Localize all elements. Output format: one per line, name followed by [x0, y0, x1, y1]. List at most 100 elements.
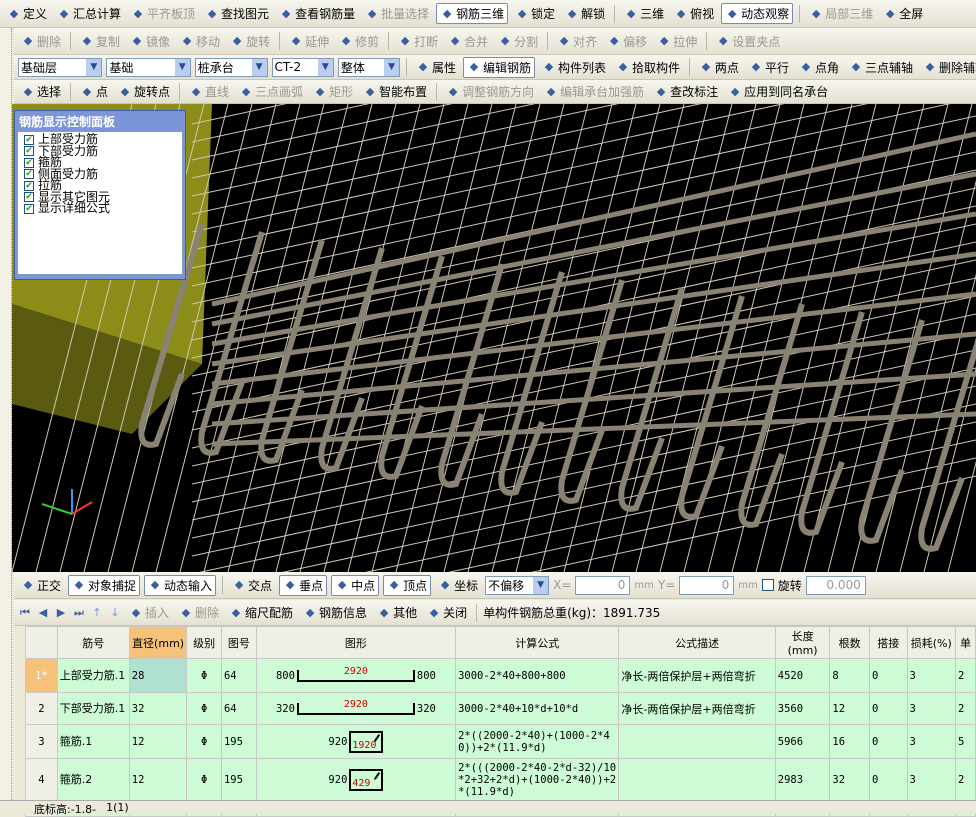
cell-n[interactable]: 3	[25, 724, 58, 759]
toolbar-button-9[interactable]: ◆ 查改标注	[651, 81, 721, 102]
name-select[interactable]: CT-2 ▼	[271, 57, 334, 77]
type-select[interactable]: 桩承台 ▼	[194, 57, 268, 77]
cell-n[interactable]: 2	[25, 692, 58, 725]
toolbar-button-6[interactable]: ◆ 修剪	[336, 31, 382, 52]
cell-dia[interactable]: 12	[128, 758, 188, 802]
toolbar-button-6[interactable]: ◆ 点角	[796, 57, 842, 78]
toolbar-button-3[interactable]: ◆ 查找图元	[202, 3, 272, 24]
column-header[interactable]: 根数	[829, 626, 870, 659]
toolbar-button-13[interactable]: ◆ 设置夹点	[713, 31, 783, 52]
cell-dia[interactable]: 12	[128, 724, 188, 759]
cell-formula[interactable]: 2*((2000-2*40)+(1000-2*40))+2*(11.9*d)	[455, 724, 620, 759]
cell-loss[interactable]: 3	[906, 658, 957, 693]
toolbar-button-11[interactable]: ◆ 偏移	[604, 31, 650, 52]
category-select[interactable]: 基础 ▼	[106, 57, 191, 77]
cell-formula[interactable]: 3000-2*40+800+800	[455, 658, 620, 693]
toolbar-button-2[interactable]: ◆ 平齐板顶	[128, 3, 198, 24]
x-input[interactable]: 0	[575, 575, 631, 595]
panel-option[interactable]: ✔ 显示详细公式	[24, 202, 176, 215]
cell-lap[interactable]: 0	[868, 692, 908, 725]
toolbar-button-7[interactable]: ◆ 坐标	[435, 575, 481, 596]
prev-icon[interactable]: ◀	[36, 606, 50, 620]
toolbar-button-4[interactable]: ◆ 其他	[374, 602, 420, 623]
toolbar-button-3[interactable]: ◆ 移动	[177, 31, 223, 52]
toolbar-button-9[interactable]: ◆ 分割	[495, 31, 541, 52]
toolbar-button-4[interactable]: ◆ 查看钢筋量	[276, 3, 358, 24]
checkbox-checked[interactable]: ✔	[24, 169, 34, 180]
toolbar-button-10[interactable]: ◆ 俯视	[671, 3, 717, 24]
cell-count[interactable]: 12	[829, 692, 870, 725]
cell-n[interactable]: 1*	[25, 658, 58, 693]
toolbar-button-5[interactable]: ◆ 中点	[331, 574, 380, 596]
cell-len[interactable]: 4520	[774, 658, 831, 693]
toolbar-button-1[interactable]: ◆ 对象捕捉	[68, 574, 141, 596]
toolbar-button-7[interactable]: ◆ 三点辅轴	[846, 57, 916, 78]
first-icon[interactable]: ⏮	[18, 606, 32, 620]
scope-select[interactable]: 整体 ▼	[337, 57, 401, 77]
column-header[interactable]: 筋号	[56, 626, 130, 659]
cell-len[interactable]: 5966	[774, 724, 831, 759]
cell-name[interactable]: 箍筋.1	[56, 724, 130, 759]
toolbar-button-3[interactable]: ◆ 交点	[229, 575, 275, 596]
toolbar-button-8[interactable]: ◆ 合并	[445, 31, 491, 52]
toolbar-button-2[interactable]: ◆ 构件列表	[539, 57, 609, 78]
toolbar-button-1[interactable]: ◆ 汇总计算	[54, 3, 124, 24]
toolbar-button-12[interactable]: ◆ 拉伸	[654, 31, 700, 52]
cell-lap[interactable]: 0	[868, 658, 908, 693]
toolbar-button-9[interactable]: ◆ 三维	[621, 3, 667, 24]
cell-dia[interactable]: 28	[128, 658, 188, 693]
checkbox-checked[interactable]: ✔	[24, 157, 34, 168]
checkbox-checked[interactable]: ✔	[24, 146, 34, 157]
toolbar-button-5[interactable]: ◆ 延伸	[286, 31, 332, 52]
cell-w[interactable]: 2	[955, 658, 976, 693]
column-header[interactable]: 直径(mm)	[128, 626, 188, 659]
toolbar-button-1[interactable]: ◆ 编辑钢筋	[462, 56, 535, 78]
toolbar-button-6[interactable]: ◆ 钢筋三维	[436, 3, 509, 24]
column-header[interactable]: 级别	[186, 626, 222, 659]
angle-input[interactable]: 0.000	[805, 575, 866, 595]
cell-w[interactable]: 2	[955, 692, 976, 725]
cell-grade[interactable]: Φ	[186, 724, 222, 759]
cell-loss[interactable]: 3	[906, 692, 957, 725]
floor-select[interactable]: 基础层 ▼	[18, 57, 103, 77]
cell-len[interactable]: 3560	[774, 692, 831, 725]
toolbar-button-0[interactable]: ◆ 插入	[126, 602, 172, 623]
last-icon[interactable]: ⏭	[72, 606, 86, 620]
cell-fig[interactable]: 195	[220, 724, 257, 759]
toolbar-button-12[interactable]: ◆ 局部三维	[806, 3, 876, 24]
cell-name[interactable]: 下部受力筋.1	[56, 692, 130, 725]
column-header[interactable]: 图形	[255, 626, 457, 659]
toolbar-button-1[interactable]: ◆ 复制	[77, 31, 123, 52]
toolbar-button-8[interactable]: ◆ 解锁	[562, 3, 608, 24]
toolbar-button-5[interactable]: ◆ 平行	[746, 57, 792, 78]
cell-loss[interactable]: 3	[906, 758, 957, 802]
cell-dia[interactable]: 32	[128, 692, 188, 725]
cell-desc[interactable]: 净长-两倍保护层+两倍弯折	[618, 658, 776, 693]
toolbar-button-3[interactable]: ◆ 拾取构件	[613, 57, 683, 78]
toolbar-button-5[interactable]: ◆ 关闭	[424, 602, 470, 623]
cell-grade[interactable]: Φ	[186, 692, 222, 725]
offset-select[interactable]: 不偏移 ▼	[485, 575, 550, 595]
cell-fig[interactable]: 64	[220, 692, 257, 725]
up-icon[interactable]: ↑	[90, 606, 104, 620]
cell-w[interactable]: 2	[955, 758, 976, 802]
toolbar-button-0[interactable]: ◆ 删除	[18, 31, 64, 52]
toolbar-button-4[interactable]: ◆ 三点画弧	[236, 81, 306, 102]
toolbar-button-4[interactable]: ◆ 两点	[696, 57, 742, 78]
toolbar-button-10[interactable]: ◆ 应用到同名承台	[725, 81, 831, 102]
cell-count[interactable]: 16	[829, 724, 870, 759]
cell-desc[interactable]	[618, 758, 776, 802]
toolbar-button-3[interactable]: ◆ 直线	[186, 81, 232, 102]
cell-loss[interactable]: 3	[906, 724, 957, 759]
toolbar-button-8[interactable]: ◆删除辅轴	[920, 57, 976, 78]
toolbar-button-4[interactable]: ◆ 旋转	[227, 31, 273, 52]
checkbox-checked[interactable]: ✔	[24, 134, 34, 145]
toolbar-button-7[interactable]: ◆ 打断	[395, 31, 441, 52]
toolbar-button-8[interactable]: ◆ 编辑承台加强筋	[541, 81, 647, 102]
column-header[interactable]: 搭接	[868, 626, 908, 659]
toolbar-button-2[interactable]: ◆ 旋转点	[115, 81, 173, 102]
table-row[interactable]: 4 箍筋.2 12 Φ 195 920 429 2*(((2000-2*40-2*d-32)/…	[25, 758, 976, 802]
toolbar-button-1[interactable]: ◆ 删除	[176, 602, 222, 623]
toolbar-button-7[interactable]: ◆ 锁定	[512, 3, 558, 24]
toolbar-button-0[interactable]: ◆ 选择	[18, 81, 64, 102]
